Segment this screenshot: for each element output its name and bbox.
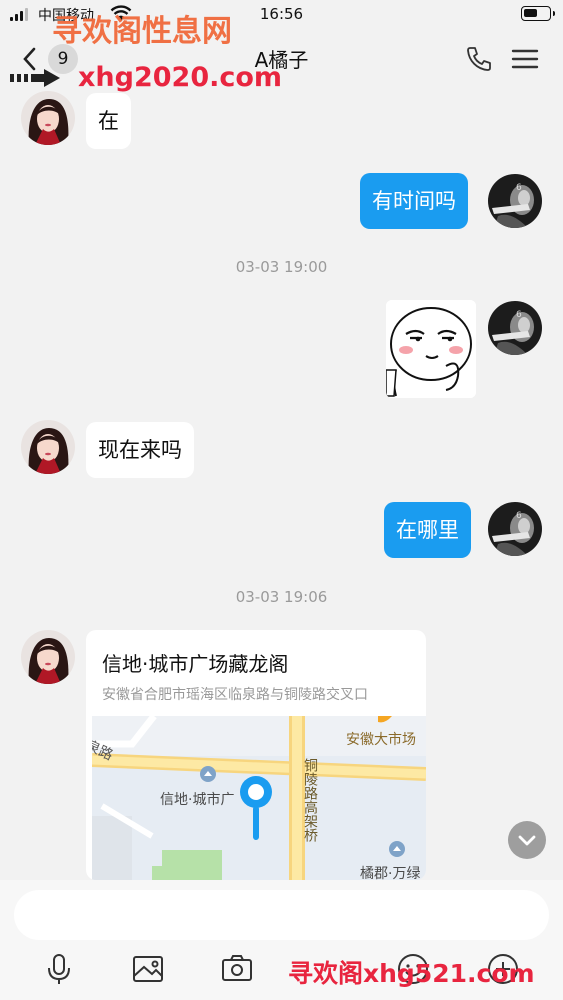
- plus-icon[interactable]: [486, 952, 520, 986]
- image-icon[interactable]: [131, 952, 165, 986]
- my-avatar[interactable]: 6: [488, 301, 542, 355]
- map-label-poi: 信地·城市广: [160, 791, 234, 808]
- location-title: 信地·城市广场藏龙阁: [102, 652, 289, 676]
- map-label-poi: 安徽大市场: [346, 731, 416, 748]
- contact-avatar[interactable]: [21, 91, 75, 145]
- timestamp: 03-03 19:00: [235, 258, 328, 276]
- contact-avatar[interactable]: [21, 630, 75, 684]
- incoming-message[interactable]: 现在来吗: [86, 422, 194, 478]
- camera-icon[interactable]: [220, 952, 254, 986]
- emoji-icon[interactable]: [396, 952, 430, 986]
- svg-text:6: 6: [516, 511, 522, 521]
- outgoing-message[interactable]: 有时间吗: [360, 173, 468, 229]
- svg-text:6: 6: [516, 183, 522, 193]
- microphone-icon[interactable]: [42, 952, 76, 986]
- my-avatar[interactable]: 6: [488, 174, 542, 228]
- status-bar: 中国移动 16:56: [0, 0, 563, 30]
- chat-header: 9 A橘子: [0, 30, 563, 88]
- location-address: 安徽省合肥市瑶海区临泉路与铜陵路交叉口: [102, 687, 368, 703]
- svg-text:6: 6: [516, 310, 522, 320]
- my-avatar[interactable]: 6: [488, 502, 542, 556]
- location-message-card[interactable]: 信地·城市广场藏龙阁 安徽省合肥市瑶海区临泉路与铜陵路交叉口 泉路 安徽大市场 …: [86, 630, 426, 880]
- sticker-face-icon: [386, 300, 476, 398]
- map-preview[interactable]: 泉路 安徽大市场 信地·城市广 橘郡·万绿 铜陵路高架桥: [92, 716, 426, 880]
- message-input[interactable]: [14, 890, 549, 940]
- menu-icon[interactable]: [510, 44, 540, 74]
- arrow-watermark-icon: [10, 69, 60, 87]
- chevron-down-icon: [518, 835, 536, 846]
- clock: 16:56: [259, 5, 304, 23]
- phone-call-icon[interactable]: [464, 44, 494, 74]
- outgoing-message[interactable]: 在哪里: [384, 502, 471, 558]
- map-label-road: 铜陵路高架桥: [302, 758, 318, 842]
- map-label-poi: 橘郡·万绿: [360, 866, 420, 880]
- scroll-to-bottom-button[interactable]: [508, 821, 546, 859]
- input-bar: [0, 880, 563, 1000]
- timestamp: 03-03 19:06: [235, 588, 328, 606]
- sticker-message[interactable]: [386, 300, 476, 398]
- battery-icon: [521, 6, 555, 21]
- contact-avatar[interactable]: [21, 420, 75, 474]
- incoming-message[interactable]: 在: [86, 93, 131, 149]
